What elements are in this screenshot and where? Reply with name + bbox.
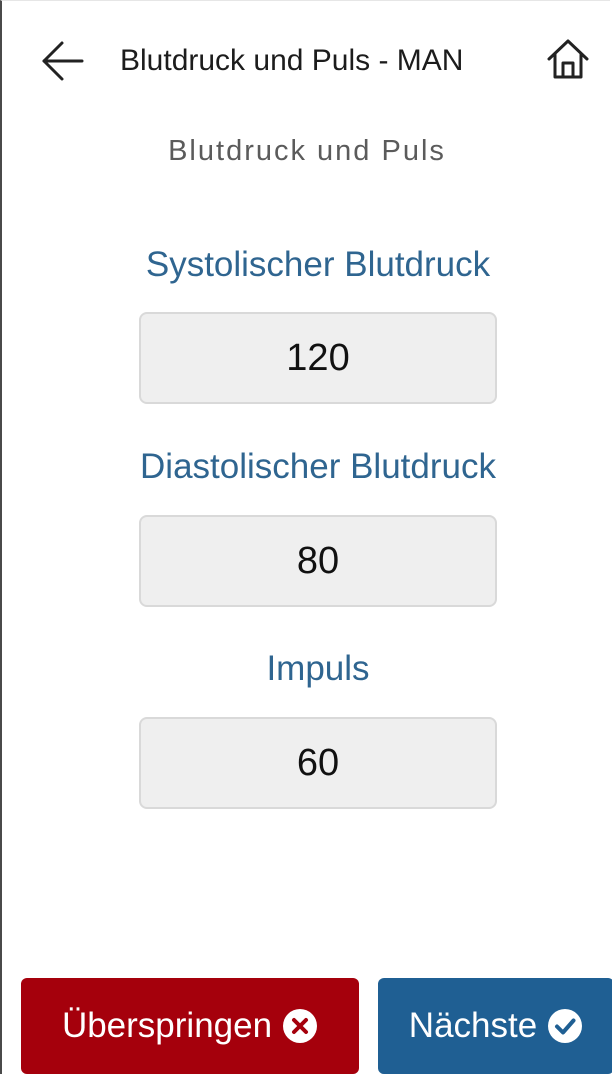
arrow-left-icon[interactable]	[40, 39, 86, 83]
app-header: Blutdruck und Puls - MAN	[2, 1, 612, 113]
pulse-input[interactable]: 60	[139, 717, 497, 809]
section-title: Blutdruck und Puls	[168, 135, 446, 167]
next-button-label: Nächste	[408, 1006, 538, 1045]
systolic-label: Systolischer Blutdruck	[145, 245, 491, 284]
skip-button[interactable]: Überspringen	[21, 978, 359, 1074]
next-button[interactable]: Nächste	[378, 978, 612, 1074]
times-circle-icon	[283, 1009, 318, 1043]
screen: Blutdruck und Puls - MAN Blutdruck und P…	[0, 0, 612, 1074]
systolic-input[interactable]: 120	[139, 312, 497, 404]
diastolic-label: Diastolischer Blutdruck	[140, 447, 496, 486]
page-title: Blutdruck und Puls - MAN	[120, 44, 464, 77]
diastolic-input[interactable]: 80	[139, 515, 497, 607]
home-icon[interactable]	[546, 37, 590, 81]
skip-button-label: Überspringen	[61, 1006, 273, 1045]
check-circle-icon	[548, 1009, 583, 1043]
pulse-label: Impuls	[266, 649, 370, 688]
